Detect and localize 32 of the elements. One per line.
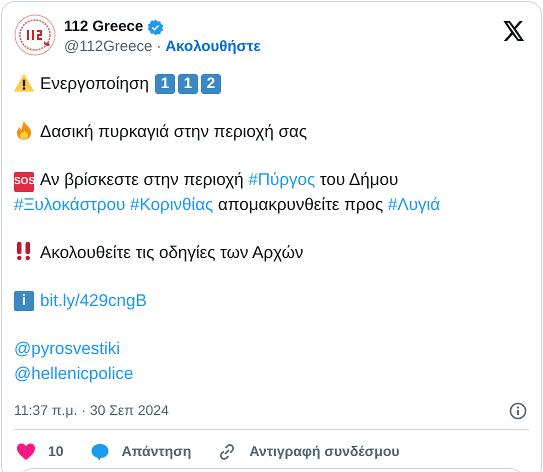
like-button[interactable]: 10 <box>16 441 64 462</box>
warning-icon <box>14 74 34 92</box>
keycap-badge: 1 <box>154 74 175 94</box>
heart-icon <box>16 442 36 462</box>
speech-bubble-icon <box>90 442 110 462</box>
mention-link[interactable]: @hellenicpolice <box>14 364 134 383</box>
reply-button[interactable]: Απάντηση <box>90 441 192 462</box>
account-handle[interactable]: @112Greece <box>64 37 152 57</box>
x-logo-icon[interactable] <box>503 21 525 41</box>
tweet-text: Ακολουθείτε τις οδηγίες των Αρχών <box>40 243 304 262</box>
hashtag-link[interactable]: #Λυγιά <box>388 195 440 214</box>
separator: · <box>156 37 162 57</box>
keycap-badge: 2 <box>200 74 221 94</box>
tweet-text: Ενεργοποίηση <box>40 74 149 93</box>
keycap-badge: 1 <box>178 74 198 94</box>
mention-link[interactable]: @pyrosvestiki <box>14 339 120 358</box>
tweet-text: Αν βρίσκεστε στην περιοχή #Πύργος του Δήμου <box>40 170 398 189</box>
sos-badge: SOS <box>14 172 34 192</box>
hashtag-link[interactable]: #Ξυλοκάστρου <box>14 195 126 214</box>
url-link[interactable]: bit.ly/429cngB <box>40 291 147 310</box>
timestamp[interactable]: 11:37 π.μ. · 30 Σεπ 2024 <box>14 400 169 421</box>
account-name[interactable]: 112 Greece <box>64 17 144 37</box>
info-icon[interactable] <box>509 402 527 420</box>
follow-link[interactable]: Ακολουθήστε <box>165 37 261 57</box>
logo-icon <box>14 14 56 56</box>
info-badge: i <box>14 291 34 311</box>
fire-icon <box>14 120 34 140</box>
copy-button[interactable]: Αντιγραφή συνδέσμου <box>217 441 400 462</box>
tweet-text: Δασική πυρκαγιά στην περιοχή σας <box>40 122 308 141</box>
tweet-text: #Ξυλοκάστρου #Κορινθίας απομακρυνθείτε προς #Λυγιά <box>14 195 440 214</box>
hashtag-link[interactable]: #Πύργος <box>248 170 316 189</box>
hashtag-link[interactable]: #Κορινθίας <box>130 195 214 214</box>
